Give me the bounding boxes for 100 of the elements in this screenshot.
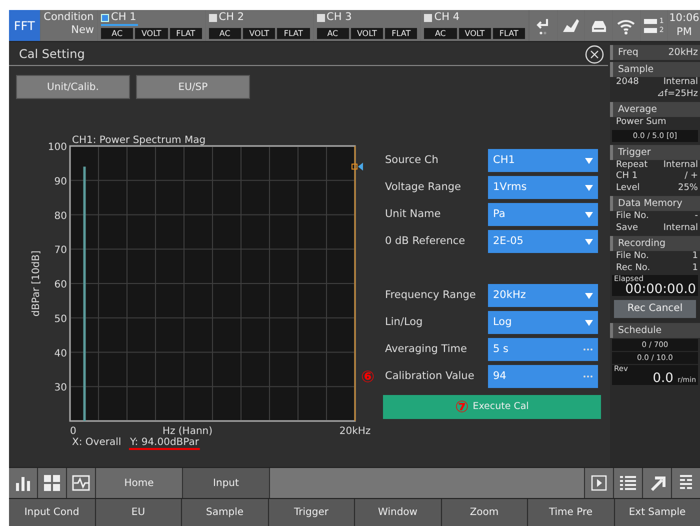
condition-status: New — [70, 24, 94, 37]
softkey-button[interactable]: Window — [355, 499, 440, 526]
panel-tab-button[interactable]: Unit/Calib. — [16, 75, 130, 99]
status-text: 1 — [692, 262, 698, 274]
status-text: Repeat — [616, 160, 648, 171]
status-text: Internal — [663, 160, 698, 171]
dropdown-field[interactable]: 1Vrms — [488, 176, 598, 199]
status-text: 2048 — [616, 77, 639, 88]
panel-tab-button[interactable]: EU/SP — [136, 75, 250, 99]
status-text: 1 — [692, 251, 698, 262]
softkey-button[interactable]: Trigger — [268, 499, 354, 526]
toolbar-tab[interactable]: Home — [96, 468, 182, 498]
cursor-marker-icon — [352, 162, 363, 171]
dropdown-caret-icon — [585, 320, 593, 326]
status-text: Level — [616, 182, 640, 194]
channel-tab[interactable]: CH 2 — [208, 11, 246, 24]
channel-button[interactable]: CH 4 AC VOLT FLAT — [421, 10, 528, 41]
channel-button[interactable]: CH 3 AC VOLT FLAT — [314, 10, 420, 41]
channel-setting-tag: FLAT — [385, 28, 418, 38]
section-title: Sample — [618, 63, 654, 76]
dropdown-caret-icon — [585, 212, 593, 218]
softkey-button[interactable]: Sample — [182, 499, 268, 526]
softkey-button[interactable]: Zoom — [442, 499, 527, 526]
value-field[interactable]: 94 — [488, 365, 598, 388]
channel-setting-tag: FLAT — [277, 28, 310, 38]
dropdown-caret-icon — [585, 184, 593, 190]
list-icon — [619, 474, 637, 492]
field-label: Lin/Log — [384, 314, 424, 330]
mode-button[interactable]: FFT — [9, 10, 40, 41]
channel-setting-tag: AC — [208, 28, 242, 38]
toolbar-button[interactable] — [67, 468, 95, 498]
softkey-button[interactable]: Time Pre — [528, 499, 614, 526]
value-field[interactable]: 5 s — [488, 338, 598, 361]
dropdown-field[interactable]: 20kHz — [488, 284, 598, 307]
softkey-button[interactable]: EU — [96, 499, 181, 526]
field-label: Averaging Time — [384, 342, 468, 357]
dropdown-field[interactable]: Log — [488, 311, 598, 334]
channel-tab[interactable]: CH 4 — [424, 11, 462, 24]
status-text: 25% — [678, 182, 698, 194]
channel-button[interactable]: CH 2 AC VOLT FLAT — [206, 10, 313, 41]
field-label: Frequency Range — [384, 288, 477, 303]
x-tick-label: 20kHz — [339, 426, 371, 437]
softkey-button[interactable]: Ext Sample — [614, 499, 700, 526]
status-text: ⊿f=25Hz — [656, 88, 698, 100]
channel-setting-tag: VOLT — [243, 28, 276, 38]
toolbar-button[interactable] — [9, 468, 37, 498]
dropdown-field[interactable]: Pa — [488, 203, 598, 226]
channel-square-icon — [101, 14, 109, 22]
x-axis-label: Hz (Hann) — [162, 426, 213, 437]
toolbar-button[interactable] — [614, 468, 642, 498]
channel-setting-tag: VOLT — [458, 28, 491, 38]
channel-button[interactable]: CH 1 AC VOLT FLAT — [98, 10, 205, 41]
channel-tab[interactable]: CH 3 — [316, 11, 354, 24]
toolbar-tab[interactable]: Input — [183, 468, 269, 498]
channel-setting-tag: FLAT — [170, 28, 202, 38]
condition-button[interactable]: Condition New — [40, 10, 97, 41]
y-tick-label: 40 — [54, 348, 67, 360]
y-tick-label: 80 — [54, 210, 67, 222]
callout-number: ⑦ — [455, 399, 469, 415]
y-tick-label: 30 — [54, 382, 67, 394]
chart-title: CH1: Power Spectrum Mag — [72, 135, 206, 146]
section-title: Recording — [618, 237, 666, 250]
field-label: Unit Name — [384, 206, 442, 222]
dropdown-field[interactable]: 2E-05 — [488, 230, 598, 253]
channel-setting-tag: VOLT — [350, 28, 384, 38]
y-tick-label: 90 — [54, 176, 67, 188]
dropdown-caret-icon — [585, 158, 593, 164]
rec-cancel-button[interactable]: Rec Cancel — [614, 300, 696, 318]
toolbar-button[interactable] — [643, 468, 671, 498]
readout-value: 0.0 — [652, 371, 674, 386]
section-value: 20kHz — [668, 46, 698, 59]
status-text: Power Sum — [616, 117, 666, 128]
y-axis-label: dBPar [10dB] — [31, 250, 42, 316]
channel-tab[interactable]: CH 1 — [101, 11, 138, 26]
status-text: Save — [616, 222, 638, 234]
toolbar-button[interactable] — [672, 468, 700, 498]
status-text: File No. — [616, 211, 649, 222]
channel-setting-tag: FLAT — [492, 28, 526, 38]
channel-square-icon — [424, 14, 432, 22]
dropdown-field[interactable]: CH1 — [488, 149, 598, 172]
readout-value: 00:00:00.0 — [625, 282, 696, 296]
readout-x: X: Overall — [72, 437, 122, 448]
status-text: File No. — [616, 251, 649, 262]
toolbar-button[interactable] — [38, 468, 66, 498]
status-text: Internal — [663, 77, 698, 88]
section-title: Freq — [618, 46, 638, 59]
battery-icon — [644, 16, 658, 34]
section-title: Trigger — [618, 146, 651, 158]
more-icon — [583, 348, 593, 351]
clock-text: PM — [676, 25, 693, 39]
panel-title: Cal Setting — [19, 46, 85, 62]
toolbar-button[interactable] — [585, 468, 613, 498]
readout-y: Y: 94.00dBPar — [130, 437, 199, 448]
status-text: - — [694, 211, 698, 222]
section-title: Schedule — [618, 324, 662, 336]
channel-setting-tag: AC — [101, 28, 134, 38]
y-tick-label: 60 — [54, 280, 67, 290]
softkey-button[interactable]: Input Cond — [9, 499, 94, 526]
execute-button[interactable]: ⑦ Execute Cal — [383, 395, 601, 419]
settings-list-icon — [677, 474, 695, 492]
